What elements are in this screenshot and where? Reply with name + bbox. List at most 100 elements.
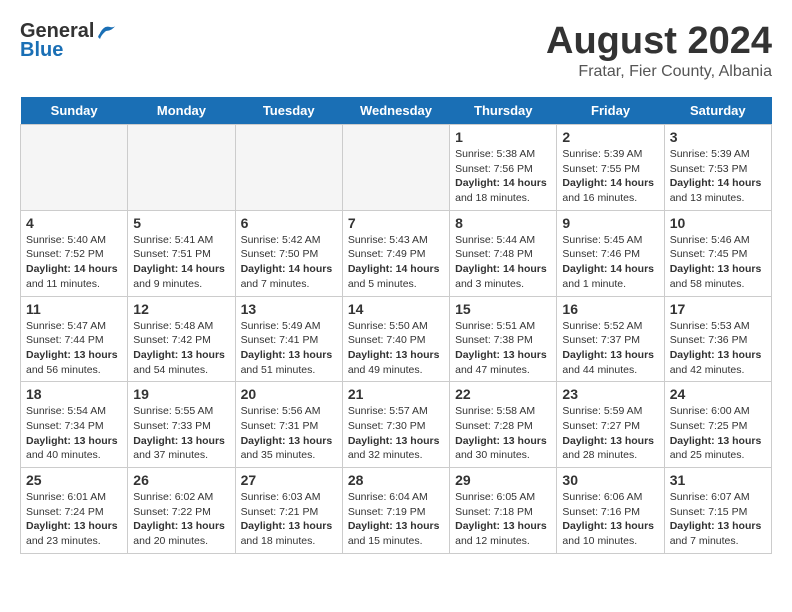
cell-info: Sunrise: 6:06 AMSunset: 7:16 PMDaylight:… bbox=[562, 490, 658, 549]
logo: General Blue bbox=[20, 20, 118, 62]
cell-info: Sunrise: 5:52 AMSunset: 7:37 PMDaylight:… bbox=[562, 319, 658, 378]
calendar-cell: 2 Sunrise: 5:39 AMSunset: 7:55 PMDaylight… bbox=[557, 125, 664, 211]
day-number: 25 bbox=[26, 472, 122, 488]
calendar-cell: 17Sunrise: 5:53 AMSunset: 7:36 PMDayligh… bbox=[664, 296, 771, 382]
cell-info: Sunrise: 6:03 AMSunset: 7:21 PMDaylight:… bbox=[241, 490, 337, 549]
day-number: 6 bbox=[241, 215, 337, 231]
calendar-cell bbox=[21, 125, 128, 211]
calendar-cell: 18 Sunrise: 5:54 AMSunset: 7:34 PMDayligh… bbox=[21, 382, 128, 468]
day-number: 18 bbox=[26, 386, 122, 402]
day-header-wednesday: Wednesday bbox=[342, 97, 449, 125]
cell-info: Sunrise: 5:55 AMSunset: 7:33 PMDaylight:… bbox=[133, 404, 229, 463]
calendar-table: SundayMondayTuesdayWednesdayThursdayFrid… bbox=[20, 97, 772, 554]
day-number: 24 bbox=[670, 386, 766, 402]
day-header-friday: Friday bbox=[557, 97, 664, 125]
day-number: 4 bbox=[26, 215, 122, 231]
cell-info: Sunrise: 5:43 AMSunset: 7:49 PMDaylight:… bbox=[348, 233, 444, 292]
cell-info: Sunrise: 5:49 AMSunset: 7:41 PMDaylight:… bbox=[241, 319, 337, 378]
logo-blue: Blue bbox=[20, 39, 63, 62]
day-number: 20 bbox=[241, 386, 337, 402]
cell-info: Sunrise: 6:07 AMSunset: 7:15 PMDaylight:… bbox=[670, 490, 766, 549]
day-header-sunday: Sunday bbox=[21, 97, 128, 125]
calendar-cell: 30 Sunrise: 6:06 AMSunset: 7:16 PMDayligh… bbox=[557, 468, 664, 554]
calendar-cell: 19 Sunrise: 5:55 AMSunset: 7:33 PMDayligh… bbox=[128, 382, 235, 468]
week-row-2: 4 Sunrise: 5:40 AMSunset: 7:52 PMDaylight… bbox=[21, 210, 772, 296]
cell-info: Sunrise: 5:56 AMSunset: 7:31 PMDaylight:… bbox=[241, 404, 337, 463]
calendar-cell: 21Sunrise: 5:57 AMSunset: 7:30 PMDayligh… bbox=[342, 382, 449, 468]
calendar-cell: 22 Sunrise: 5:58 AMSunset: 7:28 PMDayligh… bbox=[450, 382, 557, 468]
cell-info: Sunrise: 5:41 AMSunset: 7:51 PMDaylight:… bbox=[133, 233, 229, 292]
day-number: 15 bbox=[455, 301, 551, 317]
day-number: 13 bbox=[241, 301, 337, 317]
calendar-cell: 10 Sunrise: 5:46 AMSunset: 7:45 PMDayligh… bbox=[664, 210, 771, 296]
calendar-cell bbox=[342, 125, 449, 211]
title-area: August 2024 Fratar, Fier County, Albania bbox=[546, 20, 772, 81]
calendar-cell: 31 Sunrise: 6:07 AMSunset: 7:15 PMDayligh… bbox=[664, 468, 771, 554]
calendar-subtitle: Fratar, Fier County, Albania bbox=[546, 63, 772, 81]
day-number: 28 bbox=[348, 472, 444, 488]
cell-info: Sunrise: 5:58 AMSunset: 7:28 PMDaylight:… bbox=[455, 404, 551, 463]
cell-info: Sunrise: 6:04 AMSunset: 7:19 PMDaylight:… bbox=[348, 490, 444, 549]
page-header: General Blue August 2024 Fratar, Fier Co… bbox=[20, 20, 772, 81]
cell-info: Sunrise: 5:42 AMSunset: 7:50 PMDaylight:… bbox=[241, 233, 337, 292]
cell-info: Sunrise: 5:59 AMSunset: 7:27 PMDaylight:… bbox=[562, 404, 658, 463]
calendar-cell: 27 Sunrise: 6:03 AMSunset: 7:21 PMDayligh… bbox=[235, 468, 342, 554]
calendar-cell: 29 Sunrise: 6:05 AMSunset: 7:18 PMDayligh… bbox=[450, 468, 557, 554]
calendar-cell: 13 Sunrise: 5:49 AMSunset: 7:41 PMDayligh… bbox=[235, 296, 342, 382]
logo-bird-icon bbox=[96, 23, 118, 41]
calendar-cell: 24Sunrise: 6:00 AMSunset: 7:25 PMDayligh… bbox=[664, 382, 771, 468]
calendar-cell: 12Sunrise: 5:48 AMSunset: 7:42 PMDayligh… bbox=[128, 296, 235, 382]
day-number: 22 bbox=[455, 386, 551, 402]
calendar-cell: 26Sunrise: 6:02 AMSunset: 7:22 PMDayligh… bbox=[128, 468, 235, 554]
day-number: 16 bbox=[562, 301, 658, 317]
day-number: 8 bbox=[455, 215, 551, 231]
calendar-cell: 8 Sunrise: 5:44 AMSunset: 7:48 PMDaylight… bbox=[450, 210, 557, 296]
calendar-cell: 7 Sunrise: 5:43 AMSunset: 7:49 PMDaylight… bbox=[342, 210, 449, 296]
day-number: 5 bbox=[133, 215, 229, 231]
calendar-cell: 28 Sunrise: 6:04 AMSunset: 7:19 PMDayligh… bbox=[342, 468, 449, 554]
calendar-cell: 9 Sunrise: 5:45 AMSunset: 7:46 PMDaylight… bbox=[557, 210, 664, 296]
day-number: 31 bbox=[670, 472, 766, 488]
day-number: 23 bbox=[562, 386, 658, 402]
calendar-cell: 1Sunrise: 5:38 AMSunset: 7:56 PMDaylight… bbox=[450, 125, 557, 211]
day-header-thursday: Thursday bbox=[450, 97, 557, 125]
calendar-cell: 23 Sunrise: 5:59 AMSunset: 7:27 PMDayligh… bbox=[557, 382, 664, 468]
cell-info: Sunrise: 5:45 AMSunset: 7:46 PMDaylight:… bbox=[562, 233, 658, 292]
cell-info: Sunrise: 6:01 AMSunset: 7:24 PMDaylight:… bbox=[26, 490, 122, 549]
week-row-4: 18 Sunrise: 5:54 AMSunset: 7:34 PMDayligh… bbox=[21, 382, 772, 468]
cell-info: Sunrise: 5:44 AMSunset: 7:48 PMDaylight:… bbox=[455, 233, 551, 292]
day-number: 30 bbox=[562, 472, 658, 488]
day-number: 27 bbox=[241, 472, 337, 488]
week-row-5: 25 Sunrise: 6:01 AMSunset: 7:24 PMDayligh… bbox=[21, 468, 772, 554]
calendar-cell: 16 Sunrise: 5:52 AMSunset: 7:37 PMDayligh… bbox=[557, 296, 664, 382]
cell-info: Sunrise: 5:46 AMSunset: 7:45 PMDaylight:… bbox=[670, 233, 766, 292]
calendar-cell: 5 Sunrise: 5:41 AMSunset: 7:51 PMDaylight… bbox=[128, 210, 235, 296]
calendar-cell: 6 Sunrise: 5:42 AMSunset: 7:50 PMDaylight… bbox=[235, 210, 342, 296]
cell-info: Sunrise: 5:51 AMSunset: 7:38 PMDaylight:… bbox=[455, 319, 551, 378]
day-header-tuesday: Tuesday bbox=[235, 97, 342, 125]
calendar-cell: 3Sunrise: 5:39 AMSunset: 7:53 PMDaylight… bbox=[664, 125, 771, 211]
day-number: 14 bbox=[348, 301, 444, 317]
day-number: 2 bbox=[562, 129, 658, 145]
cell-info: Sunrise: 5:40 AMSunset: 7:52 PMDaylight:… bbox=[26, 233, 122, 292]
day-number: 29 bbox=[455, 472, 551, 488]
cell-info: Sunrise: 5:39 AMSunset: 7:55 PMDaylight:… bbox=[562, 147, 658, 206]
cell-info: Sunrise: 6:02 AMSunset: 7:22 PMDaylight:… bbox=[133, 490, 229, 549]
cell-info: Sunrise: 5:57 AMSunset: 7:30 PMDaylight:… bbox=[348, 404, 444, 463]
day-number: 17 bbox=[670, 301, 766, 317]
day-number: 9 bbox=[562, 215, 658, 231]
week-row-1: 1Sunrise: 5:38 AMSunset: 7:56 PMDaylight… bbox=[21, 125, 772, 211]
day-number: 19 bbox=[133, 386, 229, 402]
calendar-cell: 20 Sunrise: 5:56 AMSunset: 7:31 PMDayligh… bbox=[235, 382, 342, 468]
day-number: 11 bbox=[26, 301, 122, 317]
calendar-cell: 15 Sunrise: 5:51 AMSunset: 7:38 PMDayligh… bbox=[450, 296, 557, 382]
calendar-cell: 11 Sunrise: 5:47 AMSunset: 7:44 PMDayligh… bbox=[21, 296, 128, 382]
day-number: 7 bbox=[348, 215, 444, 231]
calendar-cell bbox=[128, 125, 235, 211]
day-number: 12 bbox=[133, 301, 229, 317]
cell-info: Sunrise: 6:05 AMSunset: 7:18 PMDaylight:… bbox=[455, 490, 551, 549]
cell-info: Sunrise: 5:47 AMSunset: 7:44 PMDaylight:… bbox=[26, 319, 122, 378]
cell-info: Sunrise: 5:54 AMSunset: 7:34 PMDaylight:… bbox=[26, 404, 122, 463]
day-number: 10 bbox=[670, 215, 766, 231]
day-number: 3 bbox=[670, 129, 766, 145]
